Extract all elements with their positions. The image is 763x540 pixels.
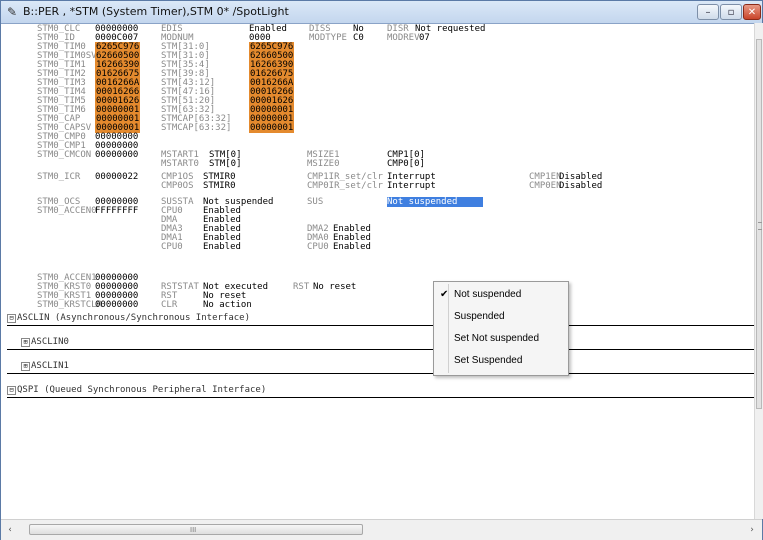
field-name: MODTYPE	[309, 33, 347, 43]
field-value: 07	[419, 33, 430, 43]
collapse-icon[interactable]: ⊟	[7, 386, 16, 395]
field-name: MSIZE0	[307, 159, 340, 169]
menu-item-label: Suspended	[454, 311, 505, 322]
peripheral-window: ✎ B::PER , *STM (System Timer),STM 0* /S…	[0, 0, 763, 540]
close-button[interactable]: ✕	[743, 4, 761, 20]
register-name: STM0_ACCEN0	[37, 206, 97, 216]
section-asclin1[interactable]: ⊞ ASCLIN1	[7, 361, 754, 374]
field-name: SUS	[307, 197, 324, 207]
menu-item-label: Not suspended	[454, 289, 522, 300]
expand-icon[interactable]: ⊞	[21, 338, 30, 347]
field-value[interactable]: No reset	[313, 283, 356, 292]
grip-icon	[758, 222, 762, 230]
collapse-icon[interactable]: ⊟	[7, 314, 16, 323]
register-value[interactable]: 00000000	[95, 151, 138, 160]
field-name: MSTART0	[161, 159, 199, 169]
menu-item-label: Set Suspended	[454, 355, 523, 366]
vertical-scrollbar[interactable]	[754, 23, 763, 519]
register-name: STM0_ICR	[37, 172, 81, 182]
field-value[interactable]: No action	[203, 301, 252, 310]
section-label[interactable]: QSPI (Queued Synchronous Peripheral Inte…	[17, 385, 266, 395]
menu-item-label: Set Not suspended	[454, 333, 540, 344]
scroll-right-arrow-icon[interactable]: ›	[747, 524, 757, 536]
field-name: CMP0IR_set/clr	[307, 181, 383, 191]
field-value[interactable]: STMIR0	[203, 182, 236, 191]
field-name: CPU0	[161, 242, 183, 252]
pencil-icon: ✎	[7, 5, 18, 19]
field-value[interactable]: STM[0]	[209, 160, 242, 169]
section-qspi[interactable]: ⊟ QSPI (Queued Synchronous Peripheral In…	[7, 385, 754, 398]
field-name: CMP0OS	[161, 181, 194, 191]
grip-icon: III	[190, 526, 197, 534]
minimize-button[interactable]: –	[697, 4, 719, 20]
field-value[interactable]: CMP0[0]	[387, 160, 425, 169]
field-value-highlight[interactable]: 00000001	[249, 123, 295, 133]
section-label[interactable]: ASCLIN (Asynchronous/Synchronous Interfa…	[17, 313, 250, 323]
register-name: STM0_KRSTCLR	[37, 300, 103, 310]
field-value: C0	[353, 33, 364, 43]
register-value[interactable]: 00000022	[95, 173, 138, 182]
sus-field-selected[interactable]: Not suspended	[387, 197, 484, 207]
menu-item-set-suspended[interactable]: Set Suspended	[434, 351, 568, 371]
section-label[interactable]: ASCLIN0	[31, 337, 69, 347]
menu-item-suspended[interactable]: Suspended	[434, 307, 568, 327]
sus-dropdown-menu: ✔ Not suspended Suspended Set Not suspen…	[433, 281, 569, 376]
field-value[interactable]: Disabled	[559, 182, 602, 191]
field-value[interactable]: Enabled	[203, 243, 241, 252]
field-name: CPU0	[307, 242, 329, 252]
menu-item-not-suspended[interactable]: ✔ Not suspended	[434, 285, 568, 305]
check-icon: ✔	[440, 289, 449, 300]
menu-item-set-not-suspended[interactable]: Set Not suspended	[434, 329, 568, 349]
window-title: B::PER , *STM (System Timer),STM 0* /Spo…	[23, 5, 289, 18]
sus-selected-value[interactable]: Not suspended	[387, 197, 484, 207]
field-name: CLR	[161, 300, 178, 310]
section-asclin[interactable]: ⊟ ASCLIN (Asynchronous/Synchronous Inter…	[7, 313, 754, 326]
field-value[interactable]: Interrupt	[387, 182, 436, 191]
register-value[interactable]: FFFFFFFF	[95, 207, 138, 216]
maximize-button[interactable]: ▫	[720, 4, 742, 20]
expand-icon[interactable]: ⊞	[21, 362, 30, 371]
field-name: RST	[293, 282, 310, 292]
field-name: STMCAP[63:32]	[161, 123, 232, 133]
register-value[interactable]: 00000000	[95, 301, 138, 310]
field-value[interactable]: Enabled	[333, 243, 371, 252]
section-asclin0[interactable]: ⊞ ASCLIN0	[7, 337, 754, 350]
register-view: STM0_CLC 00000000 STM0_ID 0000C007 STM0_…	[7, 23, 754, 519]
section-label[interactable]: ASCLIN1	[31, 361, 69, 371]
title-bar[interactable]: ✎ B::PER , *STM (System Timer),STM 0* /S…	[1, 1, 762, 24]
horizontal-scrollbar[interactable]: ‹ III ›	[1, 519, 762, 540]
field-value[interactable]: 00000001	[249, 123, 295, 133]
field-name: CMP0EN	[529, 181, 562, 191]
field-name: MODREV	[387, 33, 420, 43]
vertical-scroll-thumb[interactable]	[756, 39, 762, 409]
horizontal-scroll-thumb[interactable]: III	[29, 524, 363, 535]
scroll-left-arrow-icon[interactable]: ‹	[5, 524, 15, 536]
register-name: STM0_CMCON	[37, 150, 92, 160]
